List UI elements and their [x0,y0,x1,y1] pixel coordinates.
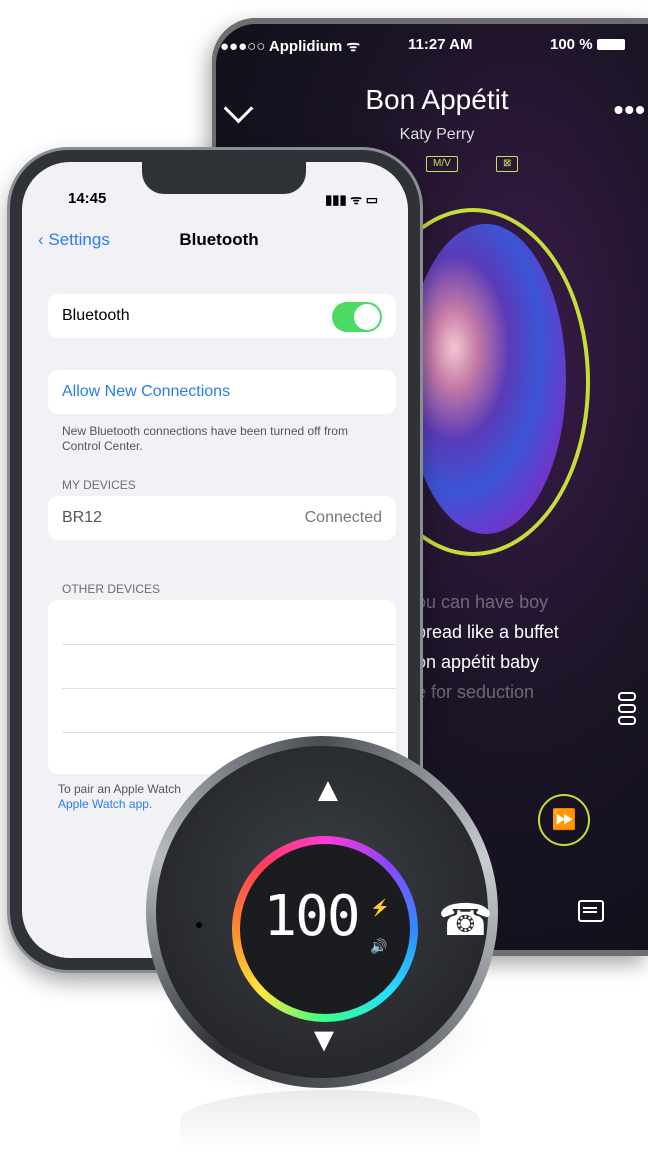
lyric-line: e for seduction [416,682,535,702]
bluetooth-toggle[interactable] [332,302,382,332]
bluetooth-label: Bluetooth [62,307,130,324]
bluetooth-row: Bluetooth [48,294,396,338]
watch-app-link[interactable]: Apple Watch app. [58,797,152,811]
device-status: Connected [304,509,382,526]
lyric-line: ou can have boy [416,592,549,612]
allow-connections-row[interactable]: Allow New Connections [48,370,396,414]
fast-forward-icon[interactable]: ⏩ [538,794,590,846]
status-time: 11:27 AM [408,36,473,53]
battery-label: 100 % [550,36,625,53]
device-row[interactable]: BR12 Connected [48,496,396,540]
channel-down-button[interactable]: ▼ [304,1023,344,1078]
list-divider [62,644,396,645]
quality-badge[interactable]: ⊠ [496,156,519,172]
microphone-icon [196,922,202,928]
device-name: BR12 [62,509,103,526]
mv-badge[interactable]: M/V [426,156,458,172]
status-icons: ▮▮▮ ᯤ ▭ [325,192,378,207]
status-time: 14:45 [68,190,107,207]
status-bar: ●●●○○ Applidium ᯤ 11:27 AM 100 % [216,36,648,56]
menu-lines-icon[interactable] [618,692,636,728]
device-reflection [180,1090,480,1152]
channel-up-button[interactable]: ▲ [308,773,348,828]
phone-notch [142,162,306,194]
speaker-icon: 🔊 [370,938,388,954]
chat-icon[interactable] [578,900,604,922]
lyric-line: pread like a buffet [416,622,559,642]
battery-percent: 100 % [550,36,593,53]
song-artist: Katy Perry [399,126,475,143]
lyric-line: on appétit baby [416,652,540,672]
song-title: Bon Appétit [365,84,509,115]
list-divider [62,732,396,733]
toggle-knob [354,304,380,330]
charging-bolt-icon: ⚡ [370,900,390,917]
list-divider [62,688,396,689]
carrier-label: ●●●○○ Applidium ᯤ [220,38,361,55]
arrow-up-icon: ▲ [311,771,345,809]
arrow-down-icon: ▼ [307,1021,341,1059]
other-devices-header: OTHER DEVICES [62,582,161,596]
pair-note-text: To pair an Apple Watch [58,782,181,796]
my-devices-header: MY DEVICES [62,478,136,492]
control-center-note: New Bluetooth connections have been turn… [62,424,348,453]
page-title: Bluetooth [179,230,259,249]
album-art [406,224,566,534]
battery-icon [596,39,625,50]
phone-call-button[interactable]: ☎ [438,896,493,946]
allow-connections-link[interactable]: Allow New Connections [62,383,230,401]
phone-icon: ☎ [438,896,493,945]
frequency-display: 100 [263,884,360,949]
